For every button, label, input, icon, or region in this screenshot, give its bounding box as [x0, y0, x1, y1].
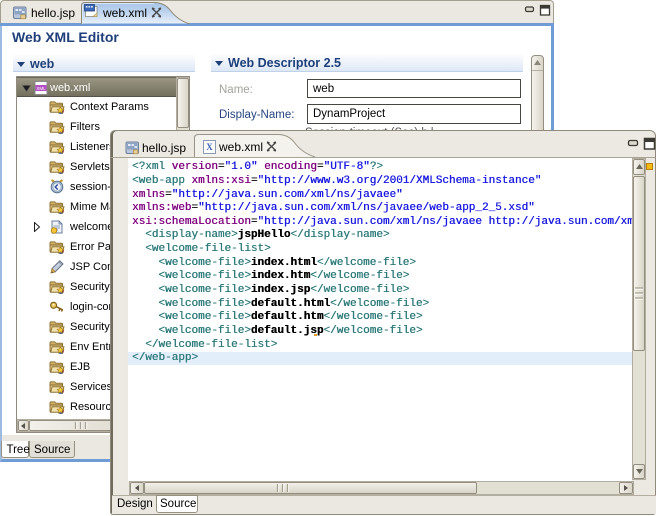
svg-text:XML: XML: [36, 86, 46, 91]
svg-text:X: X: [206, 142, 213, 152]
